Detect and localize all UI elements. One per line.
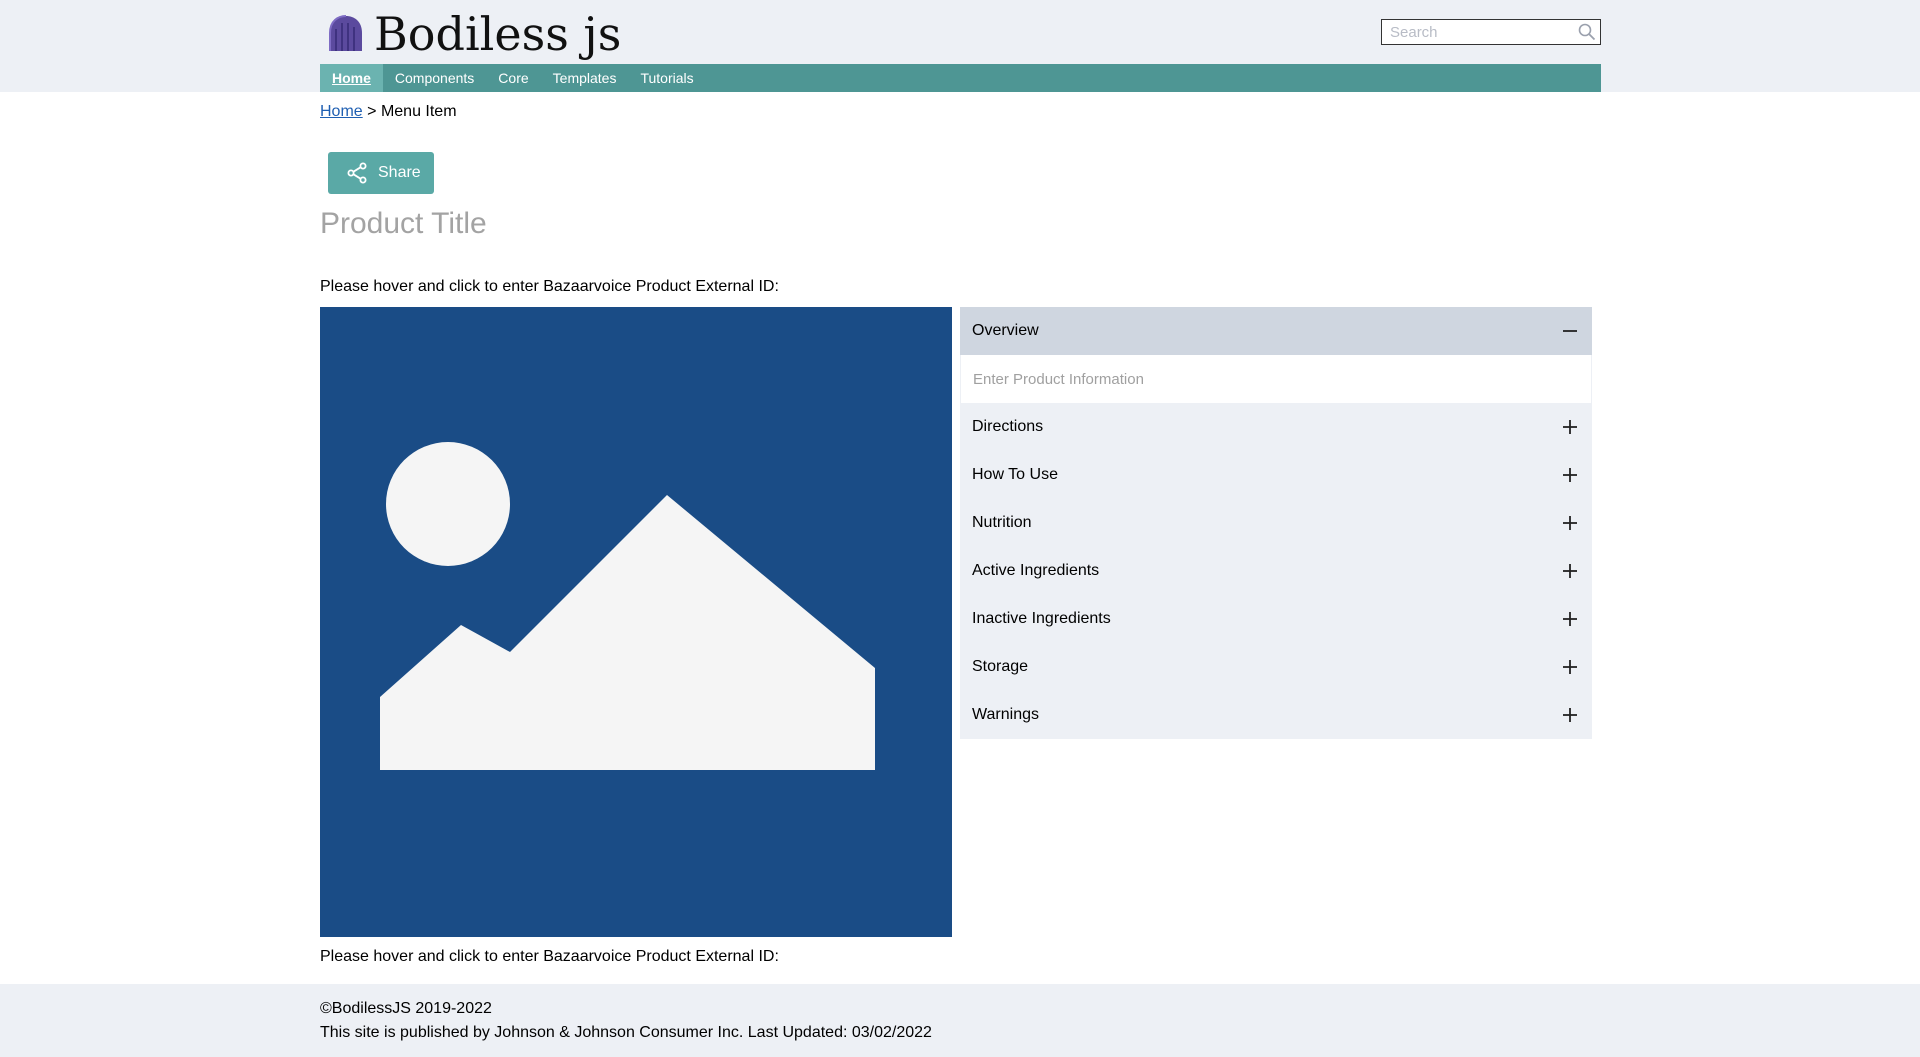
search-icon[interactable] — [1577, 22, 1597, 42]
plus-icon[interactable] — [1560, 561, 1580, 581]
nav-item-templates[interactable]: Templates — [541, 64, 629, 92]
accordion-item-label: Inactive Ingredients — [972, 610, 1111, 627]
site-footer: ©BodilessJS 2019-2022 This site is publi… — [0, 984, 1920, 1057]
product-image[interactable] — [320, 307, 952, 937]
plus-icon[interactable] — [1560, 705, 1580, 725]
nav-item-core[interactable]: Core — [486, 64, 540, 92]
overview-content[interactable]: Enter Product Information — [960, 355, 1592, 403]
plus-icon[interactable] — [1560, 609, 1580, 629]
site-logo[interactable]: Bodiless js — [326, 8, 621, 60]
share-icon — [347, 162, 367, 184]
minus-icon[interactable] — [1560, 321, 1580, 341]
bazaarvoice-id-prompt-bottom[interactable]: Please hover and click to enter Bazaarvo… — [320, 948, 779, 966]
accordion-inactive-ingredients[interactable]: Inactive Ingredients — [960, 595, 1592, 643]
nav-item-components[interactable]: Components — [383, 64, 486, 92]
plus-icon[interactable] — [1560, 417, 1580, 437]
search-box — [1381, 19, 1601, 45]
accordion-overview[interactable]: Overview — [960, 307, 1592, 355]
breadcrumb-home-link[interactable]: Home — [320, 103, 363, 120]
accordion-overview-label: Overview — [972, 322, 1039, 339]
footer-copyright: ©BodilessJS 2019-2022 — [320, 1000, 492, 1017]
nav-item-home[interactable]: Home — [320, 64, 383, 92]
bazaarvoice-id-prompt-top[interactable]: Please hover and click to enter Bazaarvo… — [320, 278, 779, 296]
accordion-directions[interactable]: Directions — [960, 403, 1592, 451]
image-placeholder-icon — [380, 442, 875, 770]
accordion-nutrition[interactable]: Nutrition — [960, 499, 1592, 547]
plus-icon[interactable] — [1560, 657, 1580, 677]
accordion-item-label: Storage — [972, 658, 1029, 675]
accordion-warnings[interactable]: Warnings — [960, 691, 1592, 739]
accordion-active-ingredients[interactable]: Active Ingredients — [960, 547, 1592, 595]
plus-icon[interactable] — [1560, 513, 1580, 533]
product-title[interactable]: Product Title — [320, 207, 487, 241]
nav-item-tutorials[interactable]: Tutorials — [628, 64, 705, 92]
share-label: Share — [378, 164, 421, 181]
footer-published: This site is published by Johnson & John… — [320, 1024, 932, 1041]
site-header: Bodiless js Home Components Core Templat… — [0, 0, 1920, 92]
accordion-item-label: How To Use — [972, 466, 1058, 483]
share-button[interactable]: Share — [328, 152, 434, 194]
breadcrumb-separator: > — [367, 103, 377, 120]
breadcrumb: Home > Menu Item — [320, 103, 457, 121]
main-nav: Home Components Core Templates Tutorials — [320, 64, 1601, 92]
plus-icon[interactable] — [1560, 465, 1580, 485]
accordion-item-label: Directions — [972, 418, 1044, 435]
logo-text: Bodiless js — [374, 7, 622, 61]
accordion-item-label: Warnings — [972, 706, 1039, 723]
breadcrumb-current: Menu Item — [380, 103, 457, 120]
accordion-how-to-use[interactable]: How To Use — [960, 451, 1592, 499]
accordion-storage[interactable]: Storage — [960, 643, 1592, 691]
logo-icon — [329, 15, 362, 51]
accordion-item-label: Nutrition — [972, 514, 1032, 531]
product-accordion: Overview Enter Product Information Direc… — [960, 307, 1592, 739]
search-input[interactable] — [1382, 20, 1572, 44]
accordion-item-label: Active Ingredients — [972, 562, 1100, 579]
